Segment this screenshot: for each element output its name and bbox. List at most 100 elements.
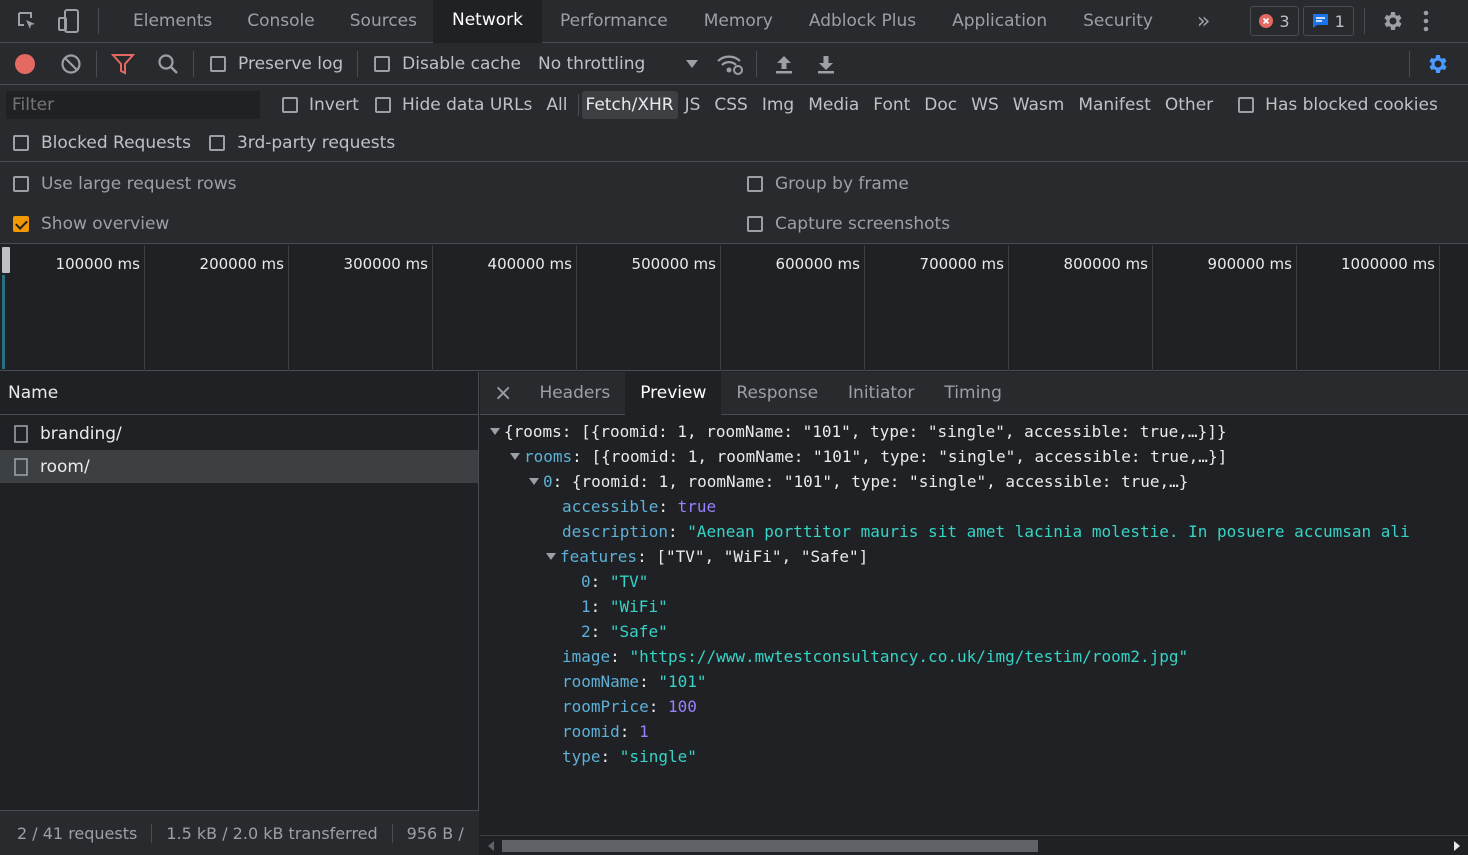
- json-item-node[interactable]: 0: {roomid: 1, roomName: "101", type: "s…: [480, 469, 1468, 494]
- name-column-header[interactable]: Name: [0, 372, 478, 415]
- timeline-tick-label: 900000 ms: [1207, 255, 1292, 273]
- type-filter-css[interactable]: CSS: [707, 91, 754, 119]
- divider: [96, 50, 97, 77]
- timeline-tick: 800000 ms: [1009, 245, 1153, 371]
- document-icon: [14, 424, 28, 443]
- type-filter-img[interactable]: Img: [755, 91, 801, 119]
- tab-timing[interactable]: Timing: [929, 372, 1016, 415]
- divider: [357, 50, 359, 77]
- gear-icon[interactable]: [1381, 9, 1405, 33]
- expand-triangle-icon[interactable]: [546, 553, 556, 560]
- group-by-frame-checkbox[interactable]: [747, 176, 763, 192]
- large-rows-checkbox[interactable]: [13, 176, 29, 192]
- third-party-requests-checkbox[interactable]: [208, 135, 225, 151]
- type-filter-other[interactable]: Other: [1158, 91, 1220, 119]
- type-filter-wasm[interactable]: Wasm: [1006, 91, 1072, 119]
- scrollbar-thumb[interactable]: [502, 840, 1038, 852]
- type-filter-manifest[interactable]: Manifest: [1071, 91, 1158, 119]
- timeline-tick: 300000 ms: [289, 245, 433, 371]
- timeline-tick: 700000 ms: [865, 245, 1009, 371]
- filter-input[interactable]: [6, 91, 260, 119]
- tab-sources[interactable]: Sources: [334, 0, 433, 43]
- show-overview-checkbox[interactable]: [13, 216, 29, 232]
- device-toolbar-icon[interactable]: [56, 9, 82, 33]
- type-filter-fetch-xhr[interactable]: Fetch/XHR: [581, 91, 678, 119]
- network-conditions-icon[interactable]: [716, 53, 744, 75]
- json-property: description: "Aenean porttitor mauris si…: [562, 522, 1410, 541]
- has-blocked-cookies-label: Has blocked cookies: [1265, 95, 1438, 115]
- messages-badge[interactable]: 1: [1302, 6, 1354, 36]
- search-icon[interactable]: [157, 53, 179, 75]
- type-filter-doc[interactable]: Doc: [917, 91, 964, 119]
- type-filter-media[interactable]: Media: [801, 91, 866, 119]
- tab-performance[interactable]: Performance: [542, 0, 686, 43]
- kebab-menu-icon[interactable]: [1423, 10, 1429, 32]
- document-icon: [14, 457, 28, 476]
- export-har-icon[interactable]: [817, 54, 835, 74]
- preserve-log-label: Preserve log: [238, 53, 344, 74]
- request-row-room[interactable]: room/: [0, 450, 478, 483]
- overview-timeline[interactable]: 100000 ms 200000 ms 300000 ms 400000 ms …: [0, 245, 1468, 371]
- json-value: 100: [667, 697, 697, 716]
- hide-data-urls-checkbox[interactable]: [374, 97, 391, 113]
- expand-triangle-icon[interactable]: [510, 453, 520, 460]
- timeline-tick-label: 1000000 ms: [1341, 255, 1435, 273]
- json-item-summary: {roomid: 1, roomName: "101", type: "sing…: [571, 472, 1189, 491]
- has-blocked-cookies-checkbox[interactable]: [1238, 97, 1255, 113]
- json-value: "Safe": [609, 622, 668, 641]
- inspect-element-icon[interactable]: [14, 10, 40, 32]
- large-rows-setting: Use large request rows: [13, 174, 236, 194]
- record-button-icon[interactable]: [14, 53, 36, 75]
- expand-triangle-icon[interactable]: [529, 478, 539, 485]
- disable-cache-checkbox[interactable]: [374, 55, 391, 72]
- json-property: 0: "TV": [581, 572, 649, 591]
- capture-screenshots-checkbox[interactable]: [747, 216, 763, 232]
- tab-elements[interactable]: Elements: [117, 0, 228, 43]
- scroll-right-icon[interactable]: [1454, 841, 1460, 851]
- more-tabs-button[interactable]: »: [1171, 0, 1236, 43]
- network-settings-gear-icon[interactable]: [1426, 52, 1450, 76]
- type-filter-js[interactable]: JS: [678, 91, 708, 119]
- timeline-tick-label: 600000 ms: [775, 255, 860, 273]
- json-root-node[interactable]: {rooms: [{roomid: 1, roomName: "101", ty…: [480, 419, 1468, 444]
- type-filter-font[interactable]: Font: [866, 91, 917, 119]
- json-key: rooms: [524, 447, 573, 466]
- filter-icon[interactable]: [111, 53, 135, 75]
- request-row-branding[interactable]: branding/: [0, 417, 478, 450]
- error-icon: [1259, 14, 1274, 28]
- tab-headers[interactable]: Headers: [524, 372, 625, 415]
- tab-console[interactable]: Console: [228, 0, 334, 43]
- json-features-node[interactable]: features: ["TV", "WiFi", "Safe"]: [480, 544, 1468, 569]
- import-har-icon[interactable]: [775, 54, 793, 74]
- tab-adblock-plus[interactable]: Adblock Plus: [791, 0, 934, 43]
- scroll-left-icon[interactable]: [488, 841, 494, 851]
- tab-initiator[interactable]: Initiator: [833, 372, 929, 415]
- expand-triangle-icon[interactable]: [490, 428, 500, 435]
- filter-bar: Invert Hide data URLs All Fetch/XHR JS C…: [0, 85, 1468, 125]
- tab-preview[interactable]: Preview: [625, 372, 722, 415]
- close-detail-button[interactable]: ×: [480, 381, 524, 406]
- tab-response[interactable]: Response: [721, 372, 833, 415]
- clear-icon[interactable]: [60, 53, 82, 75]
- blocked-requests-checkbox[interactable]: [13, 135, 29, 151]
- json-rooms-node[interactable]: rooms: [{roomid: 1, roomName: "101", typ…: [480, 444, 1468, 469]
- tab-application[interactable]: Application: [934, 0, 1065, 43]
- tab-memory[interactable]: Memory: [686, 0, 791, 43]
- timeline-tick-label: 200000 ms: [199, 255, 284, 273]
- throttling-select[interactable]: No throttling: [538, 54, 698, 74]
- tab-security[interactable]: Security: [1065, 0, 1171, 43]
- errors-badge[interactable]: 3: [1250, 6, 1299, 36]
- json-rooms-summary: [{roomid: 1, roomName: "101", type: "sin…: [591, 447, 1228, 466]
- tab-network[interactable]: Network: [433, 0, 542, 43]
- invert-checkbox[interactable]: [282, 97, 298, 113]
- type-filter-all[interactable]: All: [539, 91, 574, 119]
- network-status-bar: 2 / 41 requests 1.5 kB / 2.0 kB transfer…: [0, 810, 479, 855]
- json-property: type: "single": [562, 747, 697, 766]
- preserve-log-checkbox[interactable]: [210, 55, 226, 72]
- capture-screenshots-setting: Capture screenshots: [747, 214, 950, 234]
- json-value: "101": [658, 672, 707, 691]
- detail-tabs: × Headers Preview Response Initiator Tim…: [480, 372, 1468, 415]
- divider: [755, 50, 757, 77]
- type-filter-ws[interactable]: WS: [964, 91, 1006, 119]
- horizontal-scrollbar[interactable]: [480, 835, 1468, 855]
